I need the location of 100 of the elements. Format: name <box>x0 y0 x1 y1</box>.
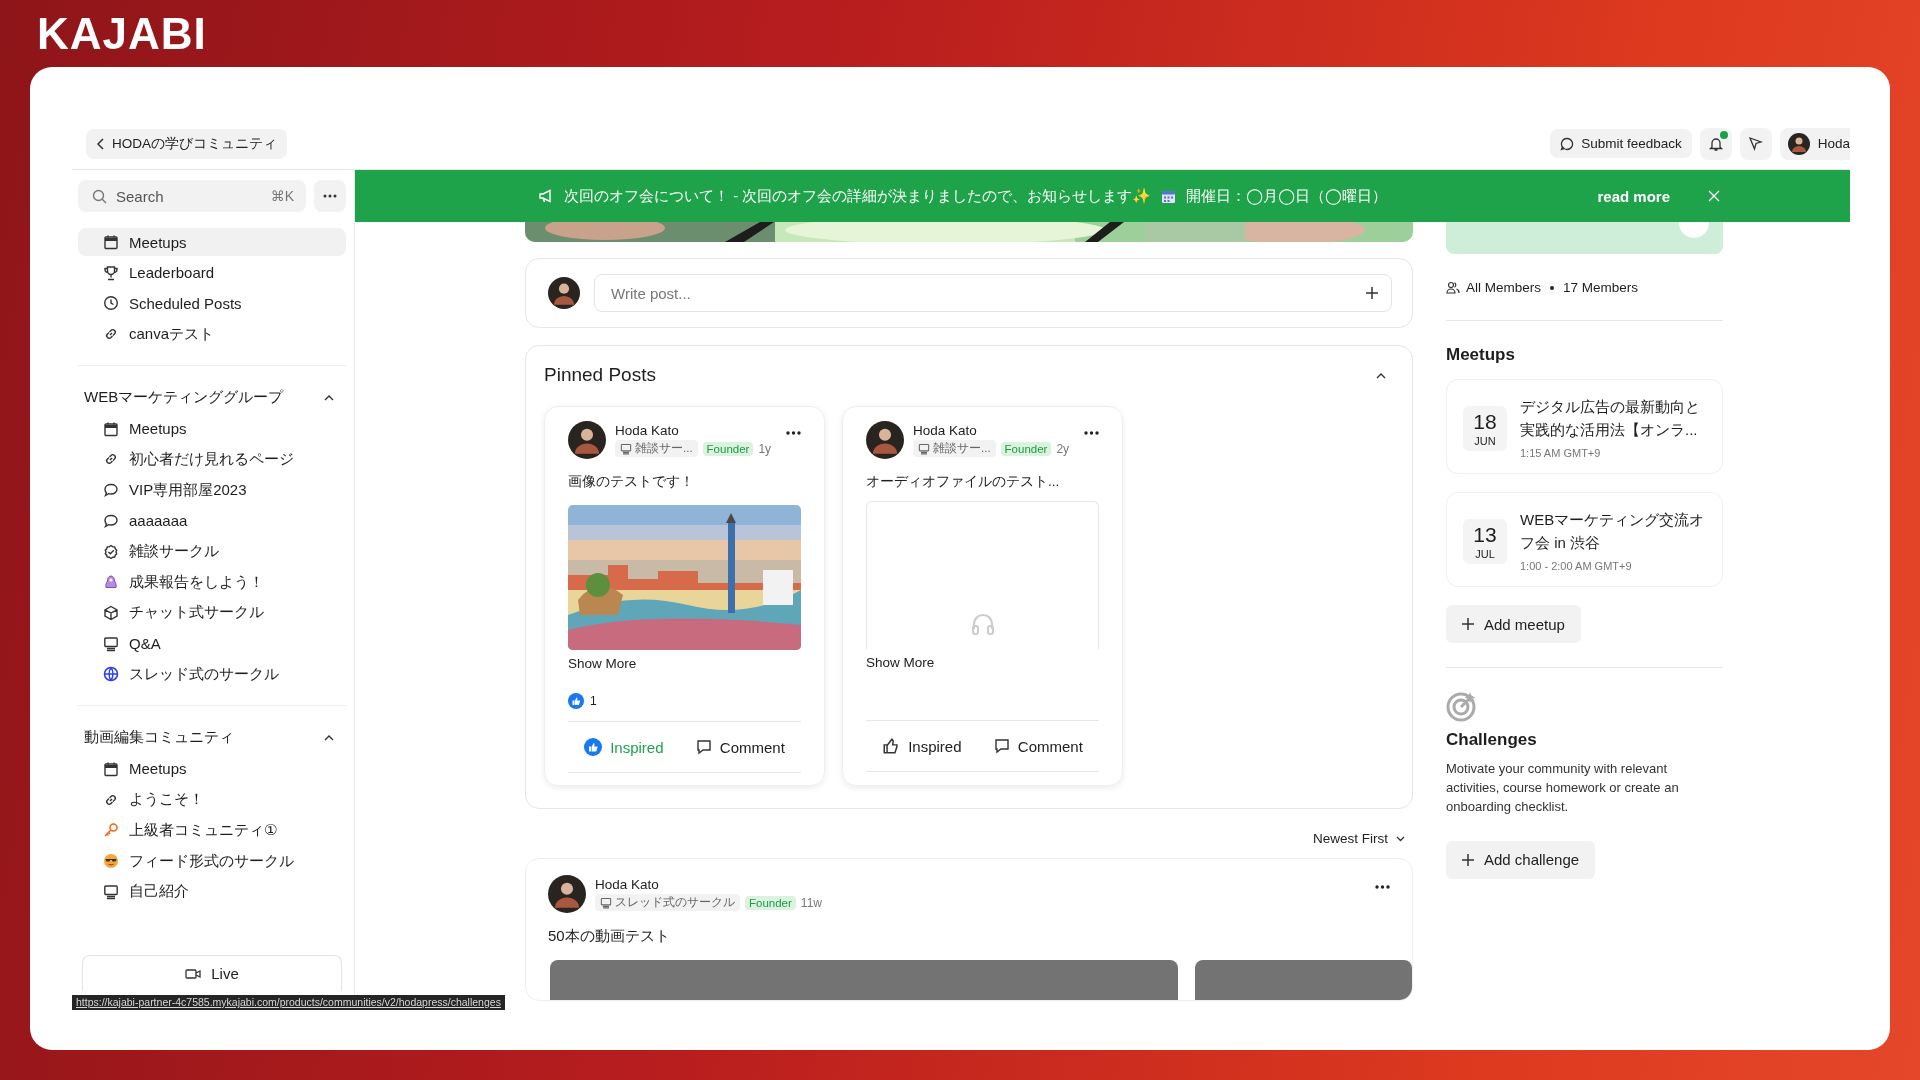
shortcut-hint: ⌘K <box>270 188 294 204</box>
calendar-icon <box>103 234 119 250</box>
more-icon <box>323 194 337 198</box>
monitor-icon <box>600 896 612 909</box>
meetup-title: デジタル広告の最新動向と実践的な活用法【オンラ... <box>1520 397 1701 440</box>
show-more-link[interactable]: Show More <box>866 655 1099 670</box>
add-meetup-button[interactable]: Add meetup <box>1446 605 1581 643</box>
plus-icon[interactable] <box>1366 287 1378 299</box>
thumbs-up-icon <box>584 738 603 756</box>
author-name: Hoda Kato <box>595 877 660 892</box>
collapse-icon[interactable] <box>1376 371 1386 379</box>
chat-icon <box>103 482 119 499</box>
circle-tag[interactable]: 雑談サー... <box>615 440 698 457</box>
sort-dropdown[interactable]: Newest First <box>1313 831 1405 846</box>
meetup-card[interactable]: 18 JUN デジタル広告の最新動向と実践的な活用法【オンラ... 1:15 AM GMT+9 <box>1446 379 1723 474</box>
video-thumbnail[interactable] <box>550 960 1178 1000</box>
comment-icon <box>993 738 1010 754</box>
status-url: https://kajabi-partner-4c7585.mykajabi.com/products/communities/v2/hodapress/challenges <box>72 995 505 1010</box>
video-thumbnail[interactable] <box>1194 960 1412 1000</box>
clock-icon <box>103 295 119 312</box>
plus-icon <box>1462 618 1474 630</box>
sidebar-item[interactable]: フィード形式のサークル <box>78 847 346 875</box>
group-header[interactable]: WEBマーケティンググループ <box>78 383 346 412</box>
trophy-icon <box>103 264 119 281</box>
chat-icon <box>1560 136 1575 151</box>
sidebar-item[interactable]: Q&A <box>78 629 346 658</box>
globe-icon <box>103 666 119 683</box>
monitor-icon <box>918 442 930 455</box>
back-button[interactable]: HODAの学びコミュニティ <box>86 128 287 159</box>
key-icon <box>103 822 119 839</box>
section-title: Meetups <box>1446 345 1516 365</box>
sidebar-item[interactable]: canvaテスト <box>78 320 346 349</box>
challenges-description: Motivate your community with relevant activities, course homework or create an onboarding checklist. <box>1446 760 1680 816</box>
sidebar-item[interactable]: ようこそ！ <box>78 785 346 814</box>
feedback-button[interactable]: Submit feedback <box>1550 129 1692 158</box>
sidebar-item[interactable]: 自己紹介 <box>78 877 346 906</box>
sidebar-item[interactable]: 成果報告をしよう！ <box>78 568 346 597</box>
cursor-icon <box>1748 136 1764 151</box>
circle-tag[interactable]: スレッド式のサークル <box>595 894 740 911</box>
send-button[interactable] <box>1739 127 1772 160</box>
sidebar-item[interactable]: Leaderboard <box>78 258 346 287</box>
meetup-card[interactable]: 13 JUL WEBマーケティング交流オフ会 in 渋谷 1:00 - 2:00 AM GMT+9 <box>1446 492 1723 587</box>
video-camera-icon <box>185 967 202 980</box>
post-text: オーディオファイルのテスト... <box>866 473 1061 491</box>
post-time: 1y <box>758 441 772 456</box>
members-icon <box>1446 281 1460 294</box>
avatar <box>548 875 586 913</box>
logo: KAJABI <box>37 8 207 59</box>
headphones-icon <box>969 611 996 637</box>
monitor-icon <box>620 442 632 455</box>
notification-button[interactable] <box>1699 127 1732 160</box>
members-link[interactable]: All Members <box>1466 280 1541 295</box>
avatar <box>866 421 904 459</box>
section-title: Challenges <box>1446 730 1538 750</box>
post-text: 50本の動画テスト <box>548 927 671 946</box>
chevron-down-icon <box>1396 835 1405 842</box>
role-badge: Founder <box>1000 441 1052 456</box>
sidebar-item[interactable]: aaaaaaa <box>78 506 346 535</box>
thumbs-up-icon <box>568 693 584 709</box>
more-icon[interactable] <box>786 431 801 435</box>
bell-icon <box>1707 135 1724 152</box>
sidebar-item[interactable]: 雑談サークル <box>78 537 346 566</box>
comment-button[interactable]: Comment <box>993 737 1083 755</box>
meetup-title: WEBマーケティング交流オフ会 in 渋谷 <box>1520 510 1706 553</box>
meetup-time: 1:15 AM GMT+9 <box>1520 447 1602 459</box>
live-button[interactable]: Live <box>82 955 342 991</box>
more-icon[interactable] <box>1375 885 1390 889</box>
sidebar-item[interactable]: Scheduled Posts <box>78 289 346 318</box>
thumbs-up-icon <box>882 737 901 755</box>
megaphone-icon <box>538 189 554 203</box>
inspired-button[interactable]: Inspired <box>882 737 962 755</box>
reaction-count: 1 <box>590 694 597 708</box>
section-title: Pinned Posts <box>544 364 656 386</box>
comment-button[interactable]: Comment <box>695 738 785 756</box>
user-menu[interactable]: Hoda <box>1779 127 1850 160</box>
comment-icon <box>695 739 712 755</box>
sidebar-item[interactable]: Meetups <box>78 754 346 783</box>
close-icon[interactable] <box>1708 190 1720 202</box>
more-icon[interactable] <box>1084 431 1099 435</box>
cube-icon <box>103 604 119 621</box>
sidebar-item[interactable]: Meetups <box>78 228 346 256</box>
sidebar-item[interactable]: VIP専用部屋2023 <box>78 476 346 505</box>
check-badge-icon <box>103 543 119 560</box>
avatar <box>1787 132 1810 155</box>
sidebar-item[interactable]: 初心者だけ見れるページ <box>78 445 346 474</box>
add-challenge-button[interactable]: Add challenge <box>1446 840 1596 879</box>
circle-tag[interactable]: 雑談サー... <box>913 440 996 457</box>
calendar-icon <box>103 760 119 777</box>
post-text: 画像のテストです！ <box>568 473 695 491</box>
sidebar-item[interactable]: 上級者コミュニティ① <box>78 816 346 845</box>
sidebar-item[interactable]: スレッド式のサークル <box>78 660 346 689</box>
show-more-link[interactable]: Show More <box>568 656 801 671</box>
member-count: 17 Members <box>1563 280 1639 295</box>
post-input[interactable]: Write post... <box>594 274 1392 312</box>
group-header[interactable]: 動画編集コミュニティ <box>78 723 346 752</box>
sidebar-item[interactable]: チャット式サークル <box>78 598 346 627</box>
sidebar-item[interactable]: Meetups <box>78 414 346 443</box>
chevron-left-icon <box>96 137 106 150</box>
banner-text: 次回のオフ会について！ - 次回のオフ会の詳細が決まりましたので、お知らせします✨ <box>564 186 1152 206</box>
date-badge: 18 JUN <box>1463 406 1507 451</box>
